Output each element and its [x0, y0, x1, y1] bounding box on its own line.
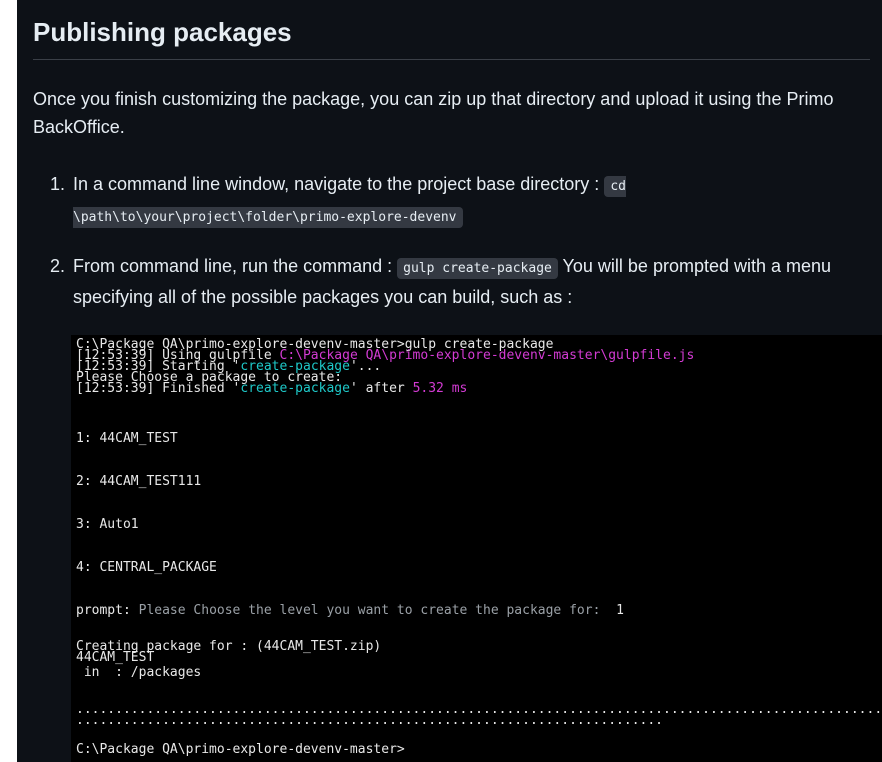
terminal-prompt: C:\Package QA\primo-explore-devenv-maste…	[76, 742, 405, 757]
steps-list: 1. In a command line window, navigate to…	[33, 170, 882, 311]
list-number: 1.	[50, 174, 66, 194]
markdown-document: Publishing packages Once you finish cust…	[17, 0, 882, 762]
section-heading: Publishing packages	[33, 17, 292, 47]
list-item: 2. From command line, run the command : …	[33, 252, 882, 311]
list-number: 2.	[50, 256, 66, 276]
menu-option: 1: 44CAM_TEST	[76, 431, 178, 446]
prompt-line: prompt: Please Choose the level you want…	[76, 603, 624, 618]
step-text: In a command line window, navigate to th…	[73, 174, 600, 194]
terminal-line: [12:53:39] Finished 'create-package' aft…	[76, 381, 468, 396]
progress-dots: ........................................…	[76, 713, 663, 728]
inline-code[interactable]: gulp create-package	[397, 258, 558, 279]
intro-paragraph: Once you finish customizing the package,…	[33, 89, 834, 137]
menu-option: 4: CENTRAL_PACKAGE	[76, 560, 217, 575]
heading-divider	[33, 59, 870, 60]
menu-option: 2: 44CAM_TEST111	[76, 474, 202, 489]
terminal-line: in : /packages	[76, 665, 202, 680]
menu-option: 3: Auto1	[76, 517, 139, 532]
step-text: From command line, run the command :	[73, 256, 393, 276]
terminal-screenshot: C:\Package QA\primo-explore-devenv-maste…	[71, 335, 882, 762]
terminal-line: 44CAM_TEST	[76, 650, 155, 665]
list-item: 1. In a command line window, navigate to…	[33, 170, 882, 232]
